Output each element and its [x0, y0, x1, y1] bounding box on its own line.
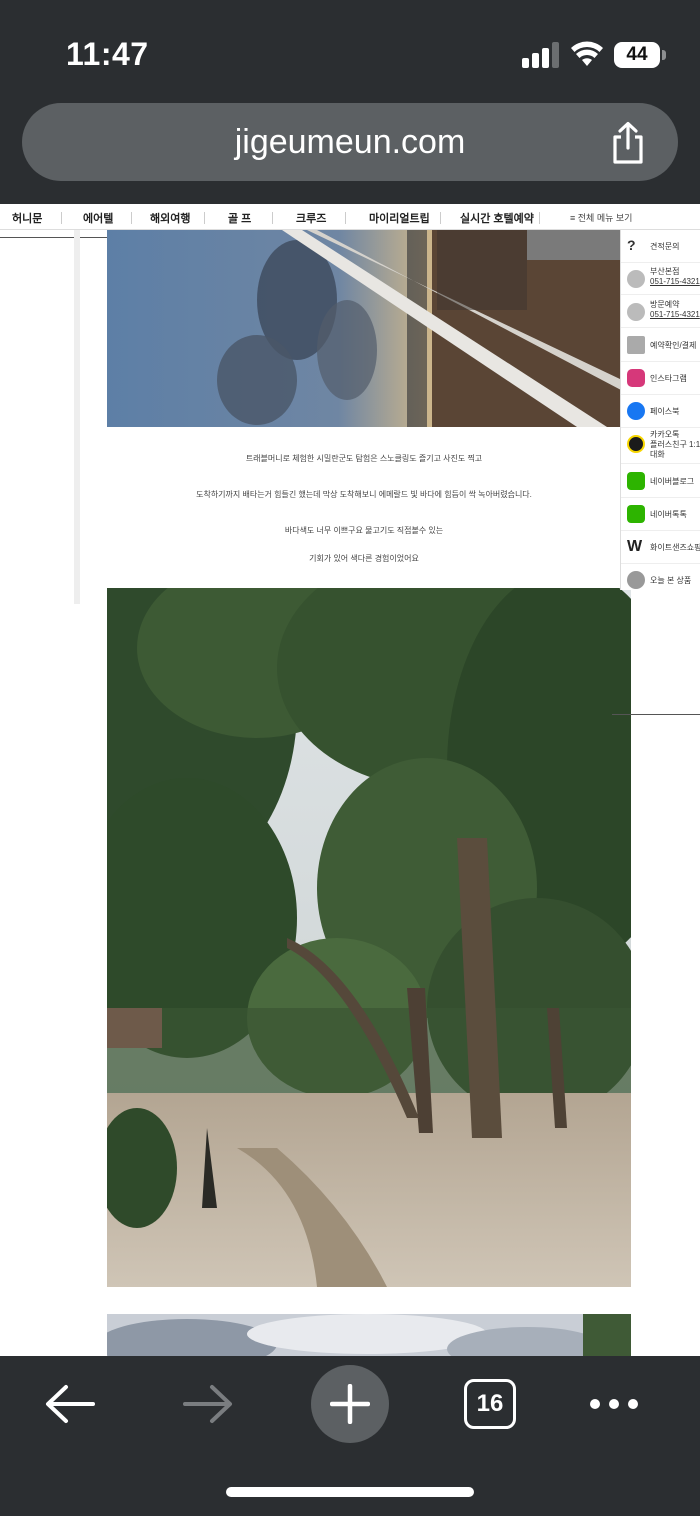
left-scroll-rail — [74, 230, 80, 604]
naver-blog-icon — [627, 472, 645, 490]
forward-arrow-icon[interactable] — [182, 1384, 234, 1424]
article-line: 기회가 있어 색다른 경험이었어요 — [309, 554, 419, 563]
menu-icon: ≡ — [570, 213, 576, 223]
white-sands-logo-icon: W — [627, 538, 643, 555]
url-text[interactable]: jigeumeun.com — [22, 103, 678, 181]
quick-label: 화이트샌즈쇼핑 — [650, 543, 700, 552]
quick-label: 네이버블로그 — [650, 477, 695, 486]
quick-booking[interactable]: 예약확인/결제 — [621, 329, 700, 362]
new-tab-button[interactable] — [311, 1365, 389, 1443]
quick-label: 오늘 본 상품 — [650, 576, 692, 585]
tab-switcher-button[interactable]: 16 — [464, 1379, 516, 1429]
status-time: 11:47 — [66, 36, 149, 72]
naver-talk-icon — [627, 505, 645, 523]
quick-estimate[interactable]: ? 견적문의 — [621, 230, 700, 263]
quick-kakao[interactable]: 카카오톡 플러스친구 1:1 대화 — [621, 428, 700, 464]
photo-beach-sunset — [107, 230, 621, 427]
quick-label: 네이버톡톡 — [650, 510, 687, 519]
quick-facebook[interactable]: 페이스북 — [621, 395, 700, 428]
quick-naver-talk[interactable]: 네이버톡톡 — [621, 498, 700, 531]
quick-label: 예약확인/결제 — [650, 341, 697, 350]
cellular-signal-icon — [522, 42, 559, 68]
nav-item-golf[interactable]: 골 프 — [228, 210, 251, 226]
photo-forest-path — [107, 588, 631, 1287]
quick-instagram[interactable]: 인스타그램 — [621, 362, 700, 395]
quick-label: 부산본점 051-715-4321 — [650, 267, 700, 286]
back-arrow-icon[interactable] — [44, 1384, 96, 1424]
site-top-nav: 허니문 에어텔 해외여행 골 프 크루즈 마이리얼트립 실시간 호텔예약 ≡ 전… — [0, 204, 700, 230]
clock-icon — [627, 571, 645, 589]
nav-item-honeymoon[interactable]: 허니문 — [12, 210, 42, 226]
share-icon[interactable] — [608, 121, 648, 165]
kakao-plus-icon — [627, 435, 645, 453]
quick-label: 카카오톡 플러스친구 1:1 대화 — [650, 430, 700, 459]
quick-busan[interactable]: 부산본점 051-715-4321 — [621, 263, 700, 295]
home-indicator[interactable] — [226, 1487, 474, 1497]
nav-item-myrealtrip[interactable]: 마이리얼트립 — [369, 210, 430, 226]
nav-item-overseas-travel[interactable]: 해외여행 — [150, 210, 190, 226]
all-menu-link[interactable]: ≡ 전체 메뉴 보기 — [570, 211, 632, 224]
plus-icon — [330, 1384, 370, 1424]
article-line: 바다색도 너무 이쁘구요 물고기도 직접볼수 있는 — [284, 526, 444, 535]
quick-label: 견적문의 — [650, 242, 680, 251]
quick-label: 페이스북 — [650, 407, 680, 416]
quick-visit[interactable]: 방문예약 051-715-4321 — [621, 296, 700, 328]
phone-icon — [627, 270, 645, 288]
web-content: 허니문 에어텔 해외여행 골 프 크루즈 마이리얼트립 실시간 호텔예약 ≡ 전… — [0, 204, 700, 1356]
article-line: 트래블머니로 체험한 시밀란군도 탐험은 스노클링도 즐기고 사진도 찍고 — [245, 454, 483, 463]
quick-recent[interactable]: 오늘 본 상품 — [621, 564, 700, 597]
facebook-icon — [627, 402, 645, 420]
battery-level: 44 — [614, 42, 660, 68]
more-menu-icon[interactable] — [588, 1396, 640, 1412]
card-icon — [627, 336, 645, 354]
quick-label: 인스타그램 — [650, 374, 687, 383]
quick-menu: ? 견적문의 부산본점 051-715-4321 방문예약 051-715-4321… — [620, 230, 700, 590]
wifi-icon — [571, 41, 603, 66]
quick-white-sands[interactable]: W 화이트샌즈쇼핑 — [621, 531, 700, 564]
nav-item-hotel-booking[interactable]: 실시간 호텔예약 — [460, 210, 534, 226]
status-bar: 11:47 44 — [0, 0, 700, 100]
nav-item-cruise[interactable]: 크루즈 — [296, 210, 326, 226]
quick-naver-blog[interactable]: 네이버블로그 — [621, 465, 700, 498]
photo-cloudy-sky — [107, 1314, 631, 1356]
phone-icon — [627, 303, 645, 321]
address-bar[interactable]: jigeumeun.com — [22, 103, 678, 181]
question-icon: ? — [627, 237, 636, 253]
all-menu-label: 전체 메뉴 보기 — [577, 213, 633, 223]
article-line: 도착하기까지 배타는거 힘들긴 했는데 막상 도착해보니 에메랄드 빛 바다에 … — [196, 490, 532, 499]
browser-toolbar: 16 — [0, 1356, 700, 1516]
divider — [612, 714, 700, 715]
nav-item-airtel[interactable]: 에어텔 — [83, 210, 113, 226]
quick-label: 방문예약 051-715-4321 — [650, 300, 700, 319]
battery-icon: 44 — [614, 42, 666, 68]
instagram-icon — [627, 369, 645, 387]
